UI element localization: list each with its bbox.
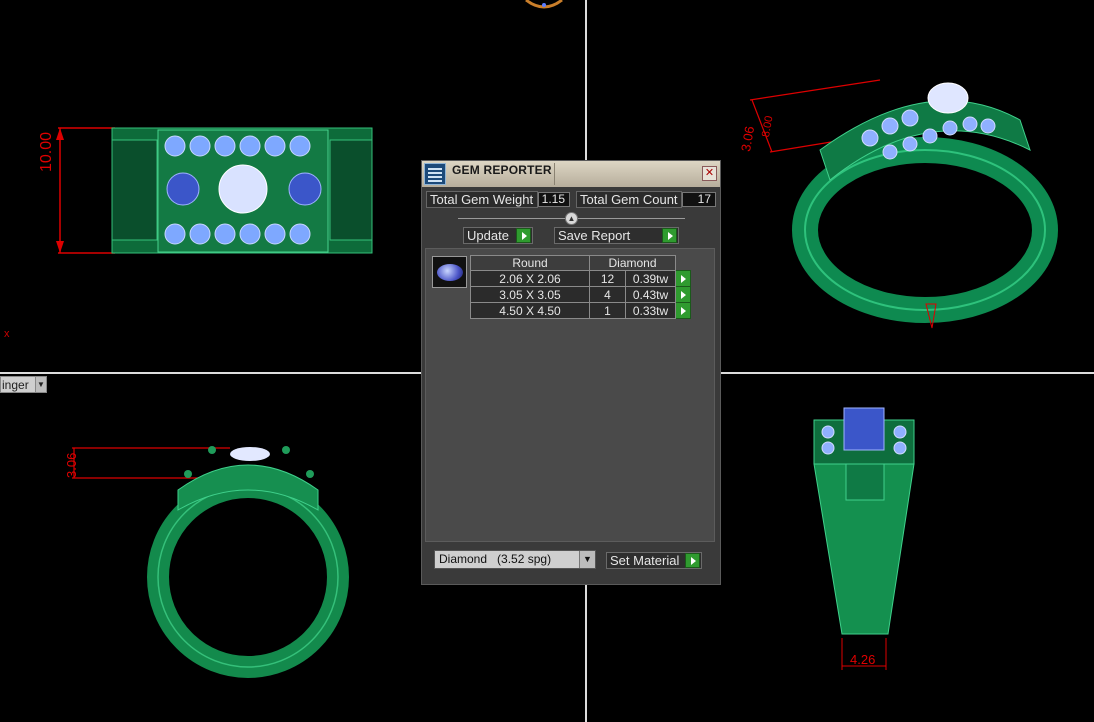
save-report-button[interactable]: Save Report xyxy=(554,227,679,244)
ring-top-view xyxy=(56,127,373,254)
close-button[interactable]: ✕ xyxy=(702,166,717,181)
chevron-down-icon: ▼ xyxy=(579,551,595,568)
dim-side-width-label: 4.26 xyxy=(850,652,876,667)
gem-count: 4 xyxy=(589,286,626,303)
chevron-down-icon: ▼ xyxy=(35,377,46,392)
dim-width-label: 10.00 xyxy=(38,131,55,172)
ring-front-view xyxy=(72,446,349,678)
column-header-material: Diamond xyxy=(589,255,676,271)
ring-side-view xyxy=(813,407,915,670)
total-gem-weight-value: 1.15 xyxy=(538,192,570,207)
gem-list-area: Round Diamond 2.06 X 2.06 12 0.39tw 3.05… xyxy=(425,248,715,542)
gem-count: 1 xyxy=(589,302,626,319)
total-gem-weight-label: Total Gem Weight xyxy=(426,191,538,208)
row-go-icon[interactable] xyxy=(675,270,691,287)
panel-title: GEM REPORTER xyxy=(452,163,552,177)
gem-weight: 0.33tw xyxy=(625,302,676,319)
save-report-go-icon[interactable] xyxy=(662,228,677,243)
set-material-go-icon[interactable] xyxy=(685,553,700,568)
gem-weight: 0.39tw xyxy=(625,270,676,287)
update-go-icon[interactable] xyxy=(516,228,531,243)
title-divider xyxy=(554,163,555,185)
gem-weight: 0.43tw xyxy=(625,286,676,303)
axis-x-label: x xyxy=(4,328,10,340)
row-go-icon[interactable] xyxy=(675,302,691,319)
ring-fragment xyxy=(525,0,563,9)
round-gem-icon[interactable] xyxy=(432,256,467,288)
gem-size: 2.06 X 2.06 xyxy=(470,270,590,287)
table-row: 3.05 X 3.05 4 0.43tw xyxy=(470,286,691,303)
dim-front-height-label: 3.06 xyxy=(64,452,79,478)
total-gem-count-value: 17 xyxy=(682,192,716,207)
ring-perspective-view xyxy=(749,79,1058,329)
gem-reporter-panel: GEM REPORTER ✕ Total Gem Weight 1.15 Tot… xyxy=(421,160,721,585)
collapse-icon[interactable]: ▲ xyxy=(565,212,578,225)
close-icon: ✕ xyxy=(704,167,715,179)
view-dropdown[interactable]: inger ▼ xyxy=(0,376,47,393)
material-select[interactable]: Diamond (3.52 spg) ▼ xyxy=(434,550,596,569)
row-go-icon[interactable] xyxy=(675,286,691,303)
gem-size: 3.05 X 3.05 xyxy=(470,286,590,303)
gem-size: 4.50 X 4.50 xyxy=(470,302,590,319)
gem-table: Round Diamond 2.06 X 2.06 12 0.39tw 3.05… xyxy=(470,255,691,319)
gem-count: 12 xyxy=(589,270,626,287)
table-row: 4.50 X 4.50 1 0.33tw xyxy=(470,302,691,319)
column-header-shape: Round xyxy=(470,255,590,271)
total-gem-count-label: Total Gem Count xyxy=(576,191,682,208)
table-row: 2.06 X 2.06 12 0.39tw xyxy=(470,270,691,287)
panel-titlebar[interactable]: GEM REPORTER ✕ xyxy=(422,161,720,187)
gem-reporter-icon xyxy=(424,163,446,185)
